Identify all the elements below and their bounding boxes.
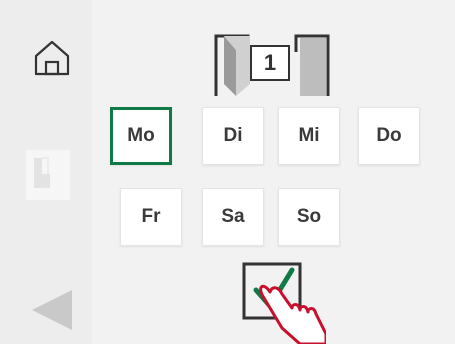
home-icon	[34, 40, 70, 76]
door-icon	[26, 150, 70, 200]
day-button-di[interactable]: Di	[202, 107, 264, 165]
day-button-so[interactable]: So	[278, 188, 340, 246]
day-button-sa[interactable]: Sa	[202, 188, 264, 246]
sidebar	[0, 0, 92, 344]
confirm-button[interactable]	[242, 262, 326, 344]
day-button-mo[interactable]: Mo	[110, 107, 172, 165]
back-button[interactable]	[28, 286, 76, 334]
door-number-badge: 1	[250, 45, 290, 81]
hand-pointer-icon	[259, 284, 326, 344]
door-button[interactable]	[26, 150, 70, 200]
main-panel: 1 Mo Di Mi Do Fr Sa So	[92, 0, 455, 344]
back-arrow-icon	[32, 290, 72, 330]
day-button-do[interactable]: Do	[358, 107, 420, 165]
day-button-mi[interactable]: Mi	[278, 107, 340, 165]
home-button[interactable]	[28, 36, 76, 80]
day-button-fr[interactable]: Fr	[120, 188, 182, 246]
